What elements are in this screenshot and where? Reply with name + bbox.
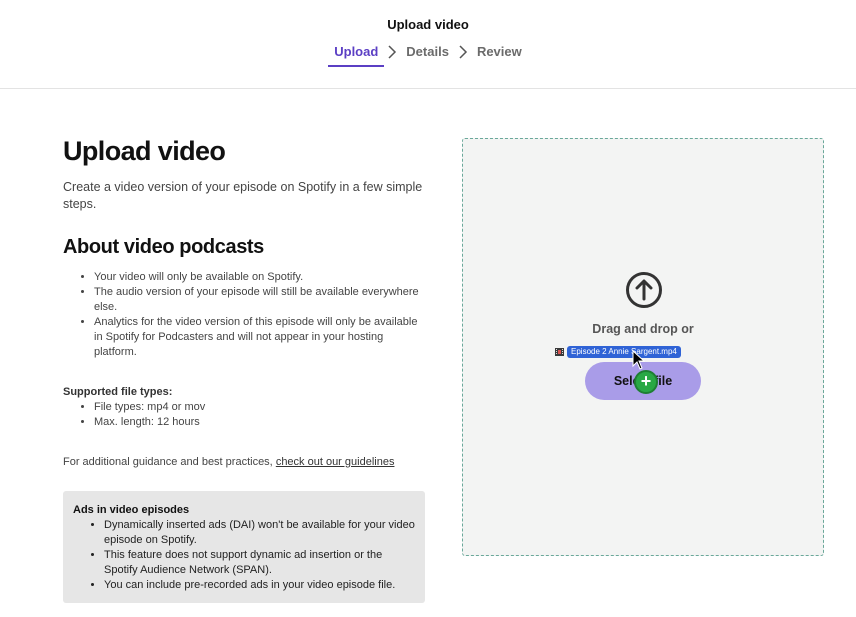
dragged-file-chip: Episode 2 Annie Sargent.mp4	[555, 346, 681, 358]
guidance-text: For additional guidance and best practic…	[63, 455, 428, 470]
list-item: You can include pre-recorded ads in your…	[104, 578, 415, 593]
list-item: Max. length: 12 hours	[94, 415, 428, 430]
list-item: The audio version of your episode will s…	[94, 285, 428, 315]
list-item: File types: mp4 or mov	[94, 400, 428, 415]
mouse-cursor-icon	[632, 350, 646, 370]
intro-text: Create a video version of your episode o…	[63, 180, 423, 211]
list-item: This feature does not support dynamic ad…	[104, 548, 415, 578]
page-header: Upload video Upload Details Review	[0, 0, 856, 89]
ads-title: Ads in video episodes	[73, 504, 190, 516]
info-column: Upload video Create a video version of y…	[63, 136, 428, 470]
copy-plus-icon: +	[634, 370, 658, 394]
about-list: Your video will only be available on Spo…	[63, 270, 428, 360]
file-types-label: Supported file types:	[63, 386, 173, 398]
guidelines-link[interactable]: check out our guidelines	[276, 456, 395, 468]
file-types-list: File types: mp4 or mov Max. length: 12 h…	[63, 400, 428, 430]
list-item: Your video will only be available on Spo…	[94, 270, 428, 285]
ads-info-box: Ads in video episodes Dynamically insert…	[63, 491, 425, 603]
step-review[interactable]: Review	[477, 44, 522, 67]
step-upload[interactable]: Upload	[328, 44, 385, 67]
about-heading: About video podcasts	[63, 236, 264, 258]
video-file-icon	[555, 348, 564, 356]
ads-list: Dynamically inserted ads (DAI) won't be …	[73, 518, 415, 593]
chevron-right-icon	[459, 44, 467, 59]
dragged-file-name: Episode 2 Annie Sargent.mp4	[567, 346, 681, 358]
dropzone-prompt: Drag and drop or	[592, 322, 694, 336]
step-details[interactable]: Details	[406, 44, 449, 67]
guidance-prefix: For additional guidance and best practic…	[63, 456, 276, 468]
step-nav: Upload Details Review	[0, 44, 856, 67]
list-item: Analytics for the video version of this …	[94, 315, 428, 360]
upload-arrow-icon	[626, 272, 662, 308]
header-title: Upload video	[387, 17, 469, 32]
chevron-right-icon	[388, 44, 397, 59]
list-item: Dynamically inserted ads (DAI) won't be …	[104, 518, 415, 548]
page-title: Upload video	[63, 136, 226, 166]
